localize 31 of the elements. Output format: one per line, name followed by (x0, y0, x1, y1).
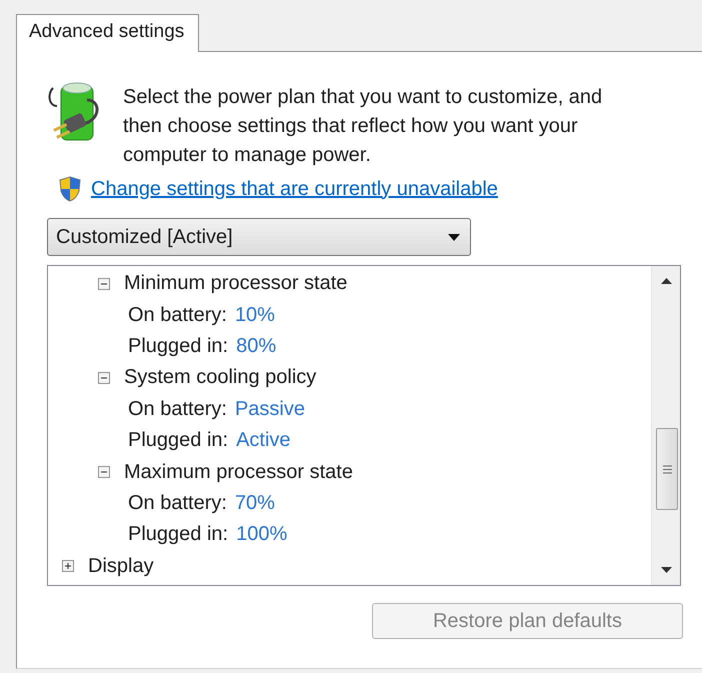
shield-icon (59, 176, 81, 202)
grip-icon (662, 464, 672, 474)
setting-label: On battery: (128, 398, 227, 421)
change-settings-link[interactable]: Change settings that are currently unavailable (91, 178, 498, 200)
setting-value[interactable]: 100% (236, 523, 288, 546)
setting-label: Plugged in: (128, 523, 228, 546)
setting-value[interactable]: 10% (234, 304, 275, 327)
scrollbar[interactable] (651, 266, 680, 585)
scroll-down-icon[interactable] (660, 567, 672, 573)
caret-icon (448, 234, 460, 240)
tab[interactable]: Advanced settings (16, 14, 200, 52)
plan-dropdown[interactable]: Customized [Active] (47, 218, 471, 256)
setting-label: Plugged in: (128, 334, 228, 358)
setting-label: Plugged in: (128, 429, 228, 452)
setting-label: On battery: (128, 304, 227, 327)
expand-icon[interactable] (62, 560, 74, 572)
scroll-up-icon[interactable] (660, 278, 672, 284)
collapse-icon[interactable] (98, 278, 110, 290)
setting-value[interactable]: Active (236, 429, 291, 452)
scroll-thumb[interactable] (656, 428, 678, 510)
setting-value[interactable]: 80% (236, 334, 276, 358)
collapse-icon[interactable] (98, 466, 110, 478)
tree-item[interactable]: Display (88, 554, 154, 578)
setting-label: On battery: (128, 492, 227, 515)
setting-value[interactable]: 70% (234, 492, 275, 515)
collapse-icon[interactable] (98, 372, 110, 384)
intro-text: Select the power plan that you want to customize, and then choose settings that reflect how you want your computer to manage power. (123, 85, 604, 168)
tree-item[interactable]: System cooling policy (124, 366, 316, 390)
tree-item[interactable]: Maximum processor state (124, 460, 353, 484)
tree-item[interactable]: Minimum processor state (124, 272, 348, 296)
setting-value[interactable]: Passive (234, 398, 305, 421)
